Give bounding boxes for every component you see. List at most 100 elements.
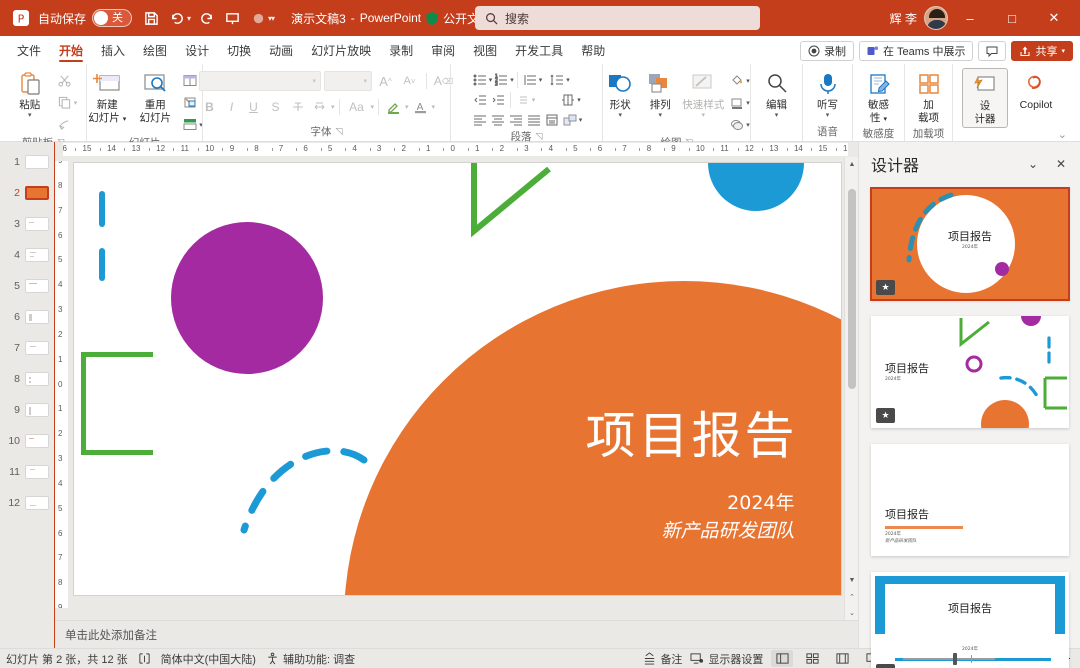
- edit-button[interactable]: 编辑 ▾: [754, 68, 800, 121]
- thumbnail-preview[interactable]: [25, 464, 49, 479]
- text-highlight-caret-icon[interactable]: ▾: [405, 103, 409, 111]
- font-name-input[interactable]: ▾: [199, 71, 321, 91]
- quick-access-more-caret[interactable]: ▾: [271, 14, 275, 23]
- character-spacing-caret-icon[interactable]: ▾: [331, 103, 335, 111]
- thumbnail-row-2[interactable]: 2: [0, 177, 54, 208]
- thumbnail-row-8[interactable]: 8: [0, 363, 54, 394]
- addins-button[interactable]: 加 载项: [906, 68, 952, 126]
- paste-caret-icon[interactable]: ▾: [28, 111, 32, 119]
- shape-effects-button[interactable]: ▾: [727, 114, 752, 135]
- thumbnail-row-9[interactable]: 9: [0, 394, 54, 425]
- avatar[interactable]: [924, 6, 948, 30]
- increase-indent-icon[interactable]: [489, 91, 507, 109]
- justify-icon[interactable]: [525, 111, 543, 129]
- thumbnail-row-4[interactable]: 4: [0, 239, 54, 270]
- next-slide-icon[interactable]: ⌄: [845, 605, 859, 620]
- thumbnail-row-6[interactable]: 6: [0, 301, 54, 332]
- character-spacing-icon[interactable]: [309, 97, 330, 117]
- arrange-button[interactable]: 排列 ▾: [641, 68, 679, 121]
- edit-caret-icon[interactable]: ▾: [775, 111, 779, 119]
- columns-icon[interactable]: [543, 111, 561, 129]
- font-dialog-launcher[interactable]: ◹: [336, 126, 343, 137]
- align-text-caret-icon[interactable]: ▾: [577, 96, 581, 104]
- sensitivity-button[interactable]: 敏感 性 ▾: [856, 68, 902, 126]
- reading-view-icon[interactable]: [831, 650, 853, 667]
- chevron-down-icon[interactable]: ⌄: [1022, 153, 1044, 175]
- shapes-caret-icon[interactable]: ▾: [618, 111, 622, 119]
- cut-button[interactable]: [55, 70, 80, 91]
- reuse-slides-button[interactable]: 重用 幻灯片: [132, 68, 178, 126]
- text-direction-caret-icon[interactable]: ▾: [532, 96, 536, 104]
- font-color-caret-icon[interactable]: ▾: [432, 103, 436, 111]
- text-direction-icon[interactable]: [514, 91, 532, 109]
- tab-record[interactable]: 录制: [380, 39, 422, 64]
- copy-caret-icon[interactable]: ▾: [74, 99, 78, 107]
- dictate-button[interactable]: 听写 ▾: [805, 68, 851, 121]
- new-slide-button[interactable]: 新建 幻灯片 ▾: [84, 68, 130, 126]
- bullets-icon[interactable]: [471, 71, 489, 89]
- font-size-input[interactable]: ▾: [324, 71, 372, 91]
- shapes-button[interactable]: 形状 ▾: [601, 68, 639, 121]
- arrange-caret-icon[interactable]: ▾: [658, 111, 662, 119]
- thumbnail-preview[interactable]: [25, 402, 49, 417]
- tab-slideshow[interactable]: 幻灯片放映: [302, 39, 380, 64]
- present-icon[interactable]: [219, 5, 245, 31]
- decrease-indent-icon[interactable]: [471, 91, 489, 109]
- change-case-button[interactable]: Aa: [344, 97, 370, 117]
- italic-button[interactable]: I: [221, 97, 242, 117]
- scroll-up-icon[interactable]: ▲: [845, 157, 859, 172]
- thumbnail-preview[interactable]: [25, 371, 49, 386]
- slide-sorter-icon[interactable]: [801, 650, 823, 667]
- tab-file[interactable]: 文件: [8, 39, 50, 64]
- line-spacing-caret-icon[interactable]: ▾: [566, 76, 570, 84]
- tab-transitions[interactable]: 切换: [218, 39, 260, 64]
- thumbnail-preview[interactable]: [25, 216, 49, 231]
- redo-icon[interactable]: [193, 5, 219, 31]
- tab-view[interactable]: 视图: [464, 39, 506, 64]
- underline-button[interactable]: U: [243, 97, 264, 117]
- present-in-teams-button[interactable]: 在 Teams 中展示: [858, 41, 974, 61]
- paragraph-dialog-launcher[interactable]: ◹: [536, 131, 543, 142]
- list-level-icon[interactable]: [521, 71, 539, 89]
- smartart-icon[interactable]: [561, 111, 579, 129]
- bold-button[interactable]: B: [199, 97, 220, 117]
- thumbnail-preview[interactable]: [25, 495, 49, 510]
- thumbnail-row-11[interactable]: 11: [0, 456, 54, 487]
- scrollbar-thumb[interactable]: [848, 189, 856, 389]
- scroll-down-icon[interactable]: ▼: [845, 573, 859, 588]
- close-button[interactable]: ✕: [1034, 3, 1074, 33]
- notes-pane[interactable]: 单击此处添加备注: [55, 620, 858, 648]
- decrease-font-size-button[interactable]: A ˅: [399, 71, 420, 91]
- tab-home[interactable]: 开始: [50, 39, 92, 64]
- autosave-toggle[interactable]: 关: [92, 9, 133, 27]
- search-input[interactable]: 搜索: [475, 6, 760, 30]
- thumbnail-preview[interactable]: [25, 154, 49, 169]
- slide-title-text[interactable]: 项目报告: [586, 411, 798, 461]
- tab-design[interactable]: 设计: [176, 39, 218, 64]
- language-indicator[interactable]: 简体中文(中国大陆): [161, 651, 256, 667]
- record-button[interactable]: 录制: [799, 41, 854, 61]
- tab-review[interactable]: 审阅: [422, 39, 464, 64]
- zoom-track[interactable]: [902, 652, 995, 665]
- display-settings-button[interactable]: 显示器设置: [690, 651, 763, 667]
- tab-insert[interactable]: 插入: [92, 39, 134, 64]
- minimize-button[interactable]: –: [950, 3, 990, 33]
- comments-button[interactable]: [978, 41, 1007, 61]
- thumbnail-preview[interactable]: [25, 247, 49, 262]
- undo-dropdown-caret[interactable]: ▾: [187, 14, 191, 23]
- tab-help[interactable]: 帮助: [572, 39, 614, 64]
- accessibility-status[interactable]: 辅助功能: 调查: [266, 651, 355, 667]
- slide-canvas[interactable]: 项目报告 2024年 新产品研发团队: [73, 163, 841, 595]
- chevron-down-icon[interactable]: ⌄: [1058, 128, 1067, 141]
- text-shadow-button[interactable]: S: [265, 97, 286, 117]
- slide-subtitle-team[interactable]: 新产品研发团队: [661, 516, 794, 543]
- design-idea-2[interactable]: 项目报告 2024年 ★: [871, 316, 1069, 428]
- copilot-button[interactable]: Copilot: [1010, 68, 1062, 113]
- font-color-button[interactable]: A: [410, 97, 431, 117]
- save-icon[interactable]: [138, 5, 164, 31]
- numbering-icon[interactable]: 123: [492, 71, 510, 89]
- tab-animations[interactable]: 动画: [260, 39, 302, 64]
- thumbnail-preview[interactable]: [25, 340, 49, 355]
- thumbnail-row-7[interactable]: 7: [0, 332, 54, 363]
- design-idea-3[interactable]: 项目报告 2024年 新产品研发团队: [871, 444, 1069, 556]
